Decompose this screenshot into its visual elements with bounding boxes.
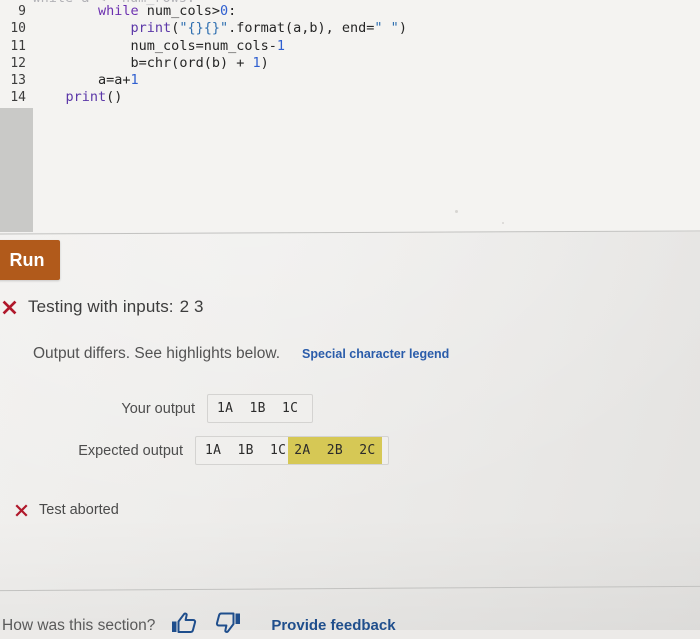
feedback-question: How was this section? <box>2 616 156 634</box>
code-line-list[interactable]: 8 b="A"9 while num_cols>0:10 print("{}{}… <box>0 0 700 106</box>
expected-output-box: 1A 1B 1C 2A 2B 2C <box>195 436 389 465</box>
code-token: 1 <box>276 37 285 54</box>
code-line-number: 10 <box>10 21 26 37</box>
code-token: 0 <box>219 3 229 20</box>
photo-speck <box>85 504 87 506</box>
code-token: print <box>65 89 107 106</box>
editor-gutter <box>0 108 33 232</box>
code-line[interactable]: 14 print() <box>0 89 700 106</box>
code-token: print <box>130 20 172 37</box>
code-line-number: 12 <box>10 55 26 71</box>
code-line[interactable]: 9 while num_cols>0: <box>0 3 700 20</box>
run-button[interactable]: Run <box>0 240 60 280</box>
testing-inputs-value: 2 3 <box>179 297 204 316</box>
special-character-legend-link[interactable]: Special character legend <box>302 347 449 361</box>
code-token: 1 <box>252 54 261 71</box>
diff-message-row: Output differs. See highlights below. Sp… <box>33 345 449 363</box>
expected-output-label: Expected output <box>78 442 183 459</box>
test-aborted-row: Test aborted <box>14 502 119 518</box>
test-aborted-label: Test aborted <box>39 502 119 518</box>
code-token: .format(a,b), end= <box>228 20 375 37</box>
code-token: : <box>228 3 237 20</box>
code-line[interactable]: 10 print("{}{}".format(a,b), end=" ") <box>0 20 700 37</box>
your-output-value: 1A 1B 1C <box>217 401 299 416</box>
your-output-row: Your output 1A 1B 1C <box>55 394 313 423</box>
provide-feedback-link[interactable]: Provide feedback <box>271 617 395 634</box>
expected-output-matching-text: 1A 1B 1C <box>205 443 287 458</box>
thumbs-up-icon[interactable] <box>171 612 197 639</box>
expected-output-highlighted-diff: 2A 2B 2C <box>288 437 382 464</box>
code-editor[interactable]: while a <= num_rows: 8 b="A"9 while num_… <box>0 0 700 232</box>
code-line-number: 11 <box>10 38 26 54</box>
your-output-label: Your output <box>121 400 195 417</box>
code-token: ) <box>260 54 269 71</box>
code-token: "{}{}" <box>179 20 229 37</box>
diff-message-text: Output differs. See highlights below. <box>33 345 281 362</box>
code-line-number: 9 <box>18 4 26 20</box>
thumbs-down-icon[interactable] <box>215 612 241 639</box>
code-token: num_cols> <box>138 3 220 20</box>
testing-status-row: Testing with inputs: 2 3 <box>1 297 204 317</box>
code-token: a=a+ <box>98 71 131 88</box>
code-token: num_cols=num_cols- <box>130 37 277 54</box>
photo-speck <box>455 210 458 213</box>
section-feedback-bar: How was this section? Provide feedback <box>2 612 396 639</box>
code-token: while <box>98 3 139 20</box>
code-line[interactable]: 11 num_cols=num_cols-1 <box>0 38 700 55</box>
testing-label: Testing with inputs: <box>28 297 174 316</box>
code-line[interactable]: 12 b=chr(ord(b) + 1) <box>0 55 700 72</box>
code-token: ) <box>398 20 407 37</box>
code-line-number: 14 <box>10 90 26 106</box>
x-mark-icon <box>1 299 18 316</box>
x-mark-icon <box>14 503 29 518</box>
photo-speck <box>502 222 504 224</box>
code-token: b= <box>98 0 114 2</box>
code-token: () <box>106 89 123 106</box>
photo-speck <box>345 448 347 450</box>
code-line[interactable]: 13 a=a+1 <box>0 72 700 89</box>
your-output-box: 1A 1B 1C <box>207 394 313 423</box>
expected-output-row: Expected output 1A 1B 1C 2A 2B 2C <box>43 436 389 465</box>
code-token: b=chr(ord(b) + <box>130 54 253 71</box>
code-token: "A" <box>114 0 138 2</box>
code-token: " " <box>374 20 399 37</box>
code-token: 1 <box>130 71 139 88</box>
code-line-number: 13 <box>10 72 26 88</box>
